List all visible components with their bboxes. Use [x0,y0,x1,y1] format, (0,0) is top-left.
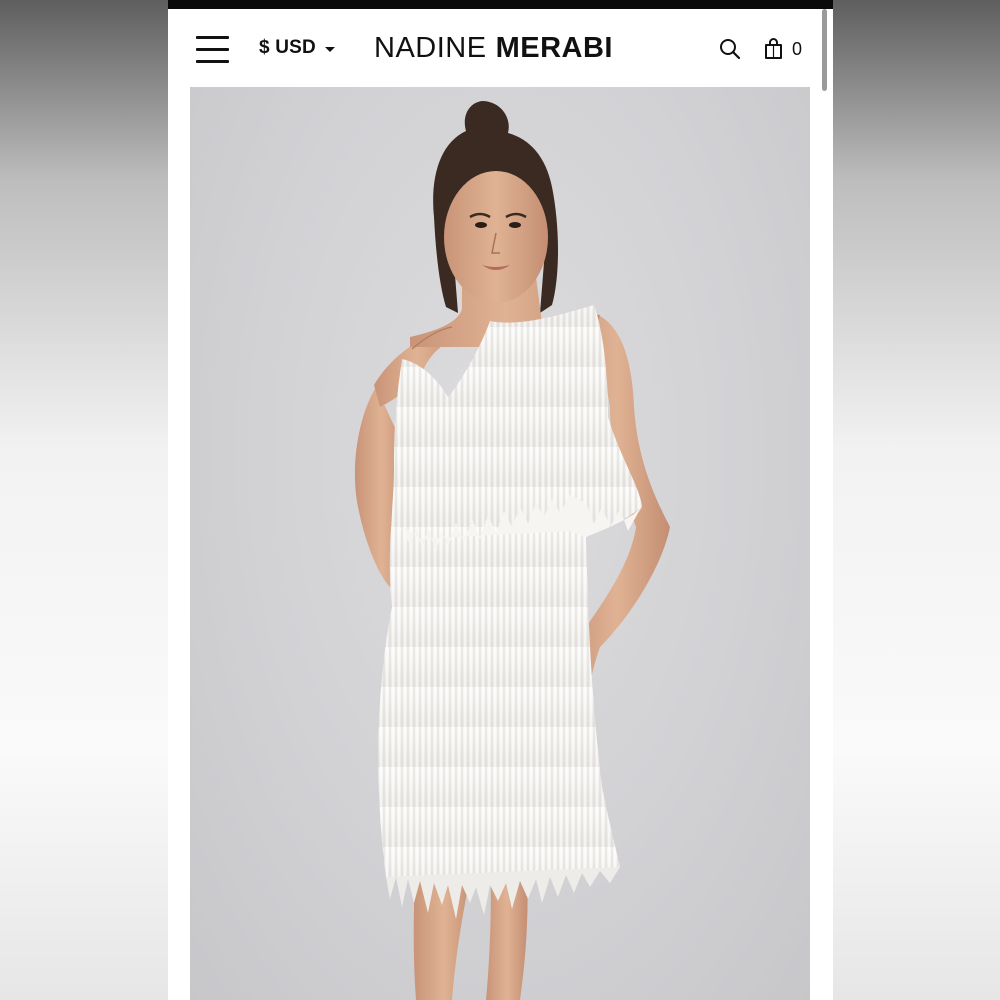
search-icon[interactable] [719,38,741,60]
cart-count: 0 [792,38,803,59]
currency-label: $ USD [259,37,316,58]
currency-selector[interactable]: $ USD [259,36,335,60]
background-left [0,0,168,1000]
cart-button[interactable]: 0 [764,36,812,62]
site-header: $ USD NADINE MERABI 0 [168,9,833,87]
scrollbar[interactable] [822,9,827,91]
status-bar [168,0,833,9]
brand-name-first: NADINE [374,31,487,64]
brand-logo[interactable]: NADINE MERABI [374,31,613,65]
product-image[interactable] [190,87,810,1000]
model-in-white-fringe-dress [354,101,670,1000]
chevron-down-icon [324,46,335,52]
background-right [833,0,1000,1000]
brand-name-last: MERABI [495,31,613,64]
mobile-screen: $ USD NADINE MERABI 0 [168,0,833,1000]
hamburger-menu-icon[interactable] [196,36,230,64]
shopping-bag-icon [765,38,782,59]
